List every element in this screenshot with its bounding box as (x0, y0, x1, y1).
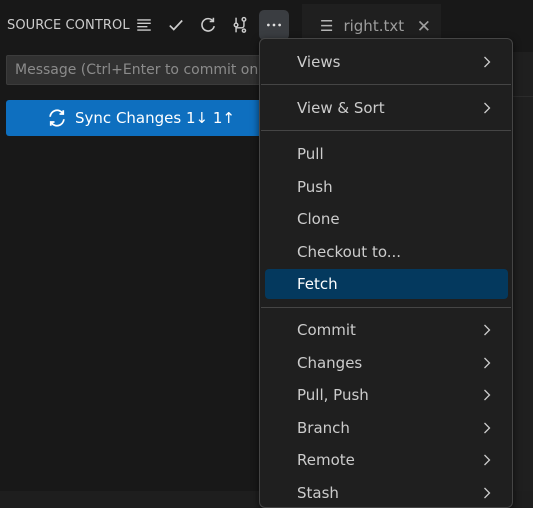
chevron-right-icon (480, 420, 494, 436)
menu-item-push[interactable]: Push (265, 172, 508, 202)
chevron-right-icon (480, 387, 494, 403)
menu-item-label: Remote (297, 451, 355, 469)
menu-separator (261, 84, 511, 85)
refresh-icon[interactable] (197, 14, 219, 36)
chevron-right-icon (480, 355, 494, 371)
tab-label: right.txt (343, 17, 405, 35)
menu-item-label: Commit (297, 321, 356, 339)
menu-item-stash[interactable]: Stash (265, 478, 508, 508)
menu-item-label: Push (297, 178, 333, 196)
sync-changes-button[interactable]: Sync Changes 1↓ 1↑ (6, 100, 276, 136)
close-icon[interactable]: ✕ (417, 17, 431, 37)
chevron-right-icon (480, 100, 494, 116)
menu-item-label: Pull (297, 145, 324, 163)
menu-item-label: Changes (297, 354, 363, 372)
ellipsis-icon (267, 23, 281, 27)
menu-item-commit[interactable]: Commit (265, 315, 508, 345)
chevron-right-icon (480, 54, 494, 70)
more-actions-button[interactable] (259, 10, 289, 40)
menu-separator (261, 130, 511, 131)
menu-item-fetch[interactable]: Fetch (265, 269, 508, 299)
chevron-right-icon (480, 485, 494, 501)
menu-item-label: Checkout to... (297, 243, 402, 261)
chevron-right-icon (480, 322, 494, 338)
menu-item-label: Branch (297, 419, 350, 437)
menu-item-label: Fetch (297, 275, 338, 293)
source-control-title: SOURCE CONTROL (7, 18, 130, 33)
menu-item-branch[interactable]: Branch (265, 413, 508, 443)
menu-separator (261, 307, 511, 308)
menu-item-view-sort[interactable]: View & Sort (265, 93, 508, 123)
check-icon[interactable] (165, 14, 187, 36)
sync-icon (49, 109, 65, 127)
context-menu: Views View & Sort Pull Push Clone Checko… (259, 38, 513, 508)
menu-item-label: View & Sort (297, 99, 385, 117)
source-control-header: SOURCE CONTROL (0, 0, 290, 52)
menu-item-clone[interactable]: Clone (265, 204, 508, 234)
sync-changes-label: Sync Changes 1↓ 1↑ (75, 109, 235, 127)
text-file-icon: ☰ (320, 17, 334, 35)
commit-message-input[interactable] (6, 55, 276, 85)
git-graph-icon[interactable] (229, 14, 251, 36)
menu-item-checkout[interactable]: Checkout to... (265, 237, 508, 267)
menu-item-pull[interactable]: Pull (265, 139, 508, 169)
menu-item-views[interactable]: Views (265, 47, 508, 77)
list-tree-icon[interactable] (133, 14, 155, 36)
menu-item-label: Stash (297, 484, 339, 502)
menu-item-label: Pull, Push (297, 386, 369, 404)
menu-item-label: Clone (297, 210, 340, 228)
source-control-panel: SOURCE CONTROL Sync Changes 1↓ 1↑ (0, 0, 290, 491)
menu-item-label: Views (297, 53, 341, 71)
menu-item-remote[interactable]: Remote (265, 445, 508, 475)
menu-item-changes[interactable]: Changes (265, 348, 508, 378)
chevron-right-icon (480, 452, 494, 468)
menu-item-pull-push[interactable]: Pull, Push (265, 380, 508, 410)
